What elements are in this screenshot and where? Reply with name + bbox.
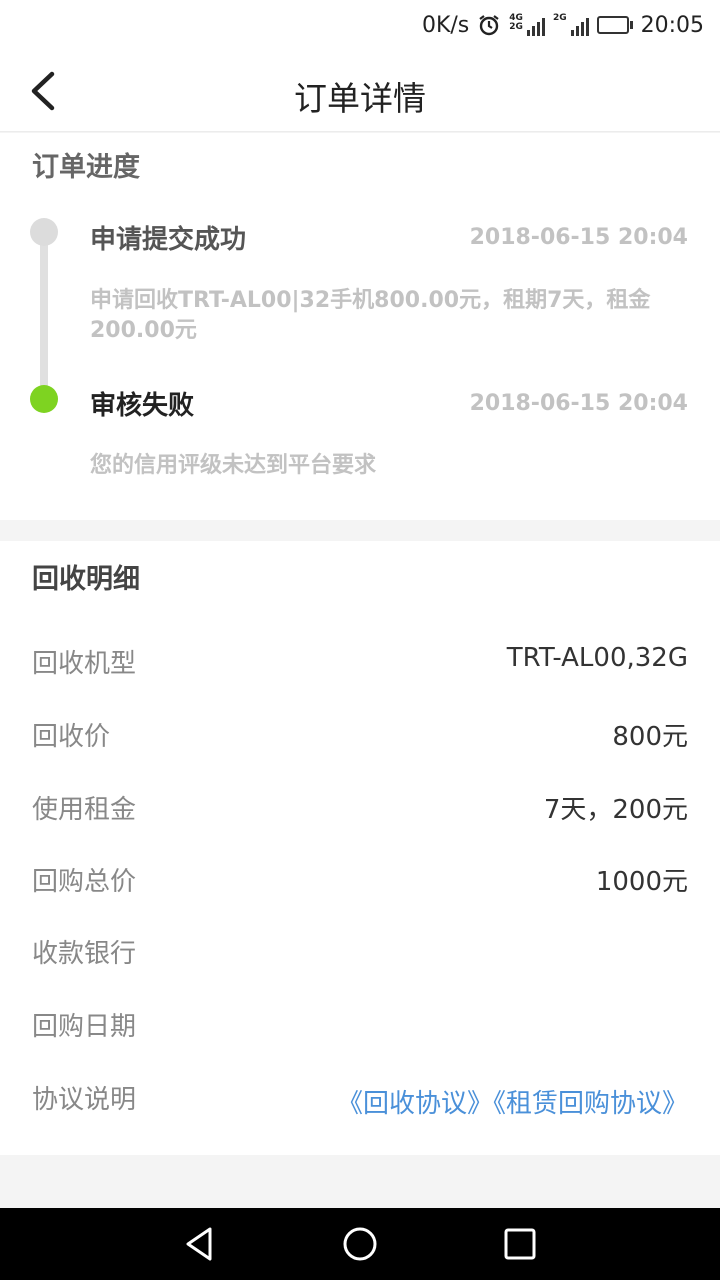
detail-row-price: 回收价 800元 — [0, 716, 720, 766]
progress-section-title: 订单进度 — [32, 152, 140, 183]
detail-row-agreements: 协议说明 《回收协议》《租赁回购协议》 — [0, 1079, 720, 1129]
timeline-dot-submitted — [30, 218, 58, 246]
row-value: 800元 — [612, 722, 688, 752]
step-title: 审核失败 — [90, 391, 195, 421]
circle-home-icon — [343, 1227, 377, 1261]
step-time: 2018-06-15 20:04 — [469, 225, 688, 250]
signal-sim1-icon: 4G 2G — [509, 14, 545, 36]
clock: 20:05 — [640, 12, 704, 38]
row-label: 收款银行 — [32, 939, 137, 969]
step-time: 2018-06-15 20:04 — [469, 391, 688, 416]
network-speed: 0K/s — [421, 12, 470, 38]
status-bar: 0K/s 4G 2G 2G 20:05 — [0, 0, 720, 50]
timeline-line — [40, 231, 48, 399]
signal-sim2-icon: 2G — [553, 14, 589, 36]
detail-row-model: 回收机型 TRT-AL00,32G — [0, 643, 720, 693]
recycle-details-section: 回收明细 回收机型 TRT-AL00,32G 回收价 800元 使用租金 7天，… — [0, 541, 720, 1155]
detail-row-total: 回购总价 1000元 — [0, 861, 720, 911]
battery-icon — [596, 16, 633, 34]
recycle-agreement-link[interactable]: 《回收协议》 — [337, 1089, 493, 1119]
nav-home-button[interactable] — [340, 1224, 380, 1264]
detail-row-buyback-date: 回购日期 — [0, 1006, 720, 1056]
row-label: 回购总价 — [32, 867, 137, 897]
row-label: 回购日期 — [32, 1012, 137, 1042]
square-recents-icon — [504, 1228, 536, 1260]
row-label: 使用租金 — [32, 795, 137, 825]
nav-recents-button[interactable] — [500, 1224, 540, 1264]
row-value: 7天，200元 — [543, 795, 688, 825]
row-label: 协议说明 — [32, 1085, 137, 1115]
step-description: 申请回收TRT-AL00|32手机800.00元，租期7天，租金200.00元 — [90, 288, 651, 343]
agreement-links: 《回收协议》《租赁回购协议》 — [337, 1083, 688, 1120]
triangle-back-icon — [186, 1227, 212, 1261]
page-title: 订单详情 — [294, 79, 426, 118]
step-title: 申请提交成功 — [90, 225, 247, 255]
lease-buyback-agreement-link[interactable]: 《租赁回购协议》 — [493, 1089, 688, 1119]
detail-row-bank: 收款银行 — [0, 933, 720, 983]
row-label: 回收价 — [32, 722, 111, 752]
order-progress-section: 订单进度 申请提交成功 2018-06-15 20:04 申请回收TRT-AL0… — [0, 133, 720, 520]
detail-row-rent: 使用租金 7天，200元 — [0, 789, 720, 839]
alarm-icon — [477, 13, 501, 37]
row-value: 1000元 — [595, 867, 688, 897]
row-label: 回收机型 — [32, 649, 137, 679]
row-value: TRT-AL00,32G — [506, 643, 688, 673]
nav-back-button[interactable] — [180, 1224, 220, 1264]
details-section-title: 回收明细 — [32, 564, 140, 595]
system-nav-bar — [0, 1208, 720, 1280]
step-description: 您的信用评级未达到平台要求 — [90, 453, 377, 478]
app-header: 订单详情 — [0, 50, 720, 132]
timeline-dot-rejected — [30, 385, 58, 413]
